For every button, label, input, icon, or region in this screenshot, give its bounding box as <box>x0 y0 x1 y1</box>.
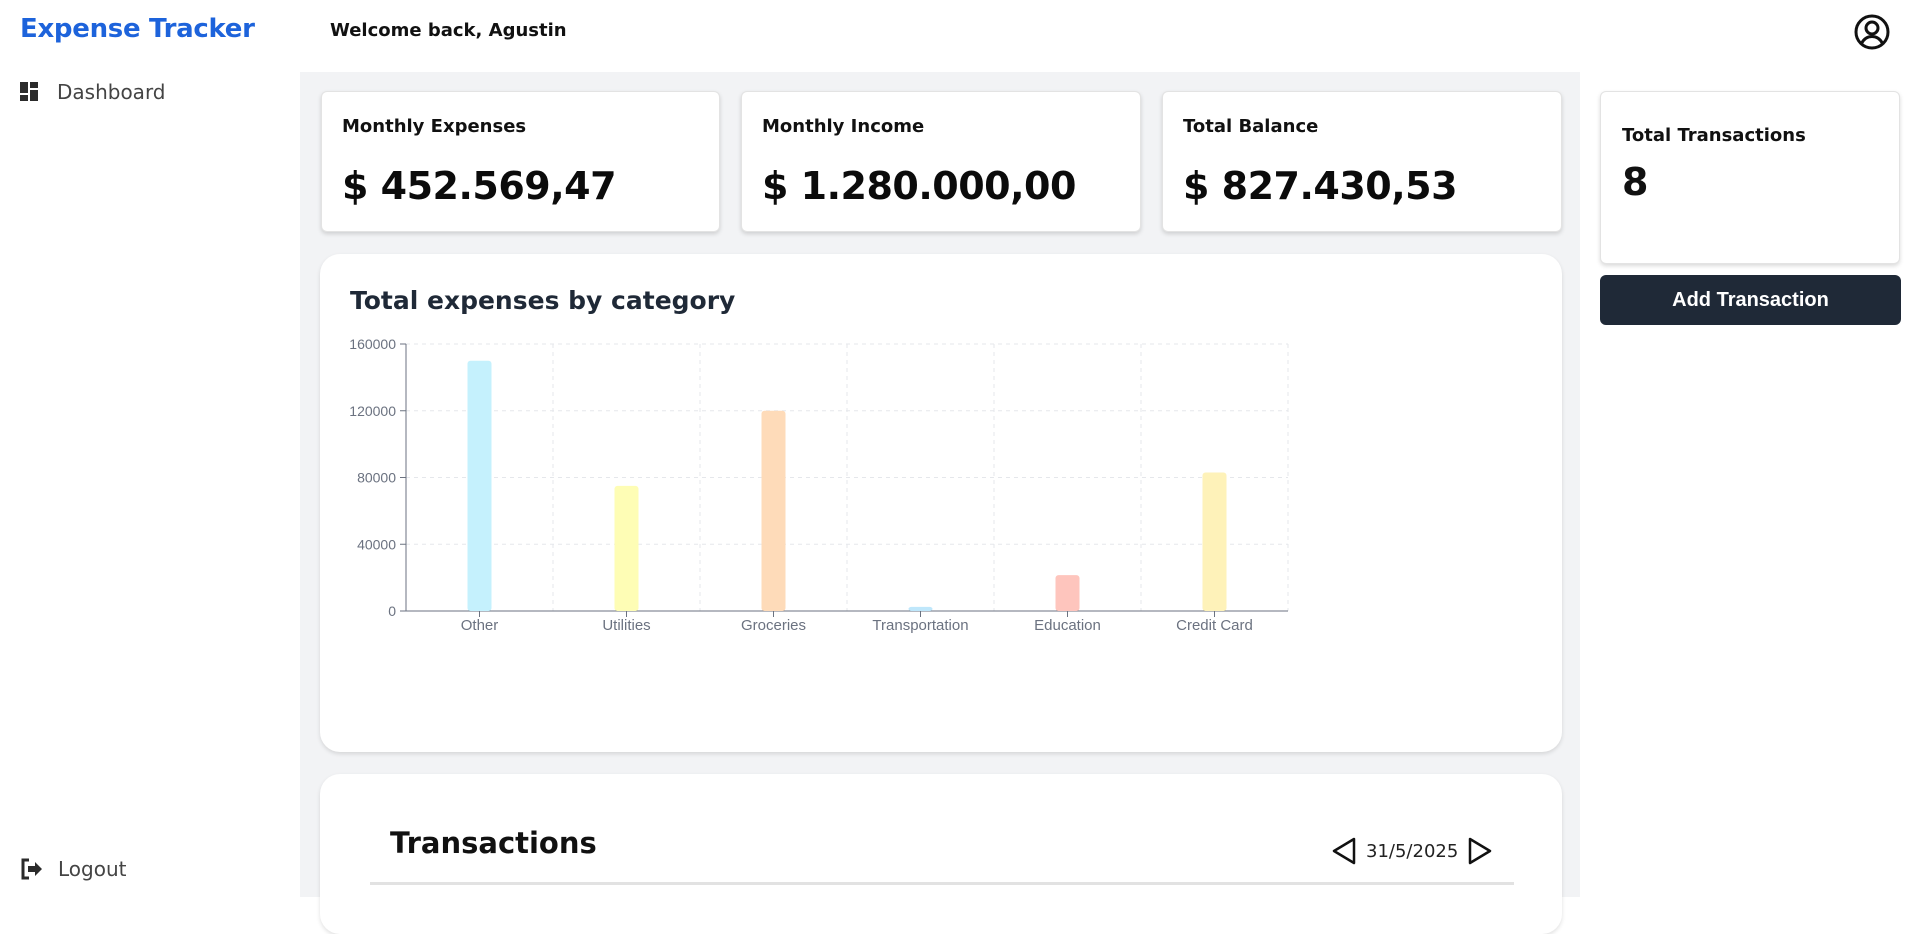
monthly-income-card: Monthly Income $ 1.280.000,00 <box>741 91 1141 232</box>
y-tick-label: 40000 <box>357 536 396 552</box>
x-tick-label: Transportation <box>872 617 968 634</box>
transactions-divider <box>370 882 1514 885</box>
monthly-income-label: Monthly Income <box>762 116 925 137</box>
bar-groceries <box>761 410 786 611</box>
bar-education <box>1055 575 1080 611</box>
monthly-expenses-label: Monthly Expenses <box>342 116 527 137</box>
app-title: Expense Tracker <box>20 14 255 44</box>
total-balance-card: Total Balance $ 827.430,53 <box>1162 91 1562 232</box>
total-balance-label: Total Balance <box>1183 116 1319 137</box>
x-tick-label: Education <box>1034 617 1101 634</box>
y-tick-label: 160000 <box>349 336 396 352</box>
x-tick-label: Other <box>461 617 499 634</box>
monthly-income-value: $ 1.280.000,00 <box>762 164 1076 208</box>
total-transactions-value: 8 <box>1622 160 1649 204</box>
bar-credit-card <box>1202 472 1227 611</box>
transactions-title: Transactions <box>390 826 597 860</box>
sidebar-item-dashboard[interactable]: Dashboard <box>20 80 166 104</box>
bar-utilities <box>614 485 639 611</box>
transactions-panel: Transactions 31/5/2025 <box>320 774 1562 934</box>
prev-date-icon[interactable] <box>1330 836 1358 866</box>
sidebar-item-label: Dashboard <box>57 80 166 104</box>
welcome-message: Welcome back, Agustin <box>330 20 567 41</box>
x-tick-label: Groceries <box>741 617 806 634</box>
expenses-chart-panel: Total expenses by category 160000 120000 8… <box>320 254 1562 752</box>
dashboard-icon <box>20 82 38 101</box>
monthly-expenses-card: Monthly Expenses $ 452.569,47 <box>321 91 720 232</box>
total-transactions-label: Total Transactions <box>1622 125 1806 146</box>
y-tick-label: 120000 <box>349 403 396 419</box>
y-tick-label: 80000 <box>357 470 396 486</box>
total-balance-value: $ 827.430,53 <box>1183 164 1458 208</box>
bar-other <box>467 360 492 611</box>
date-navigator: 31/5/2025 <box>1330 836 1494 866</box>
x-tick-label: Credit Card <box>1176 617 1253 634</box>
y-tick-label: 0 <box>388 603 396 619</box>
logout-icon <box>21 858 42 880</box>
total-transactions-card: Total Transactions 8 <box>1600 91 1900 264</box>
logout-button[interactable]: Logout <box>20 857 126 881</box>
main-content: Monthly Expenses $ 452.569,47 Monthly In… <box>300 72 1580 934</box>
current-date: 31/5/2025 <box>1366 840 1459 862</box>
add-transaction-button[interactable]: Add Transaction <box>1600 275 1901 325</box>
logout-label: Logout <box>58 857 127 881</box>
next-date-icon[interactable] <box>1466 836 1494 866</box>
sidebar: Expense Tracker Dashboard Logout <box>0 0 300 897</box>
bar-transportation <box>908 606 933 611</box>
monthly-expenses-value: $ 452.569,47 <box>342 164 617 208</box>
user-account-icon[interactable] <box>1853 13 1891 51</box>
x-tick-label: Utilities <box>602 617 650 634</box>
expenses-bar-chart: 160000 120000 80000 40000 0 Other Utilities Gro… <box>349 336 1289 634</box>
